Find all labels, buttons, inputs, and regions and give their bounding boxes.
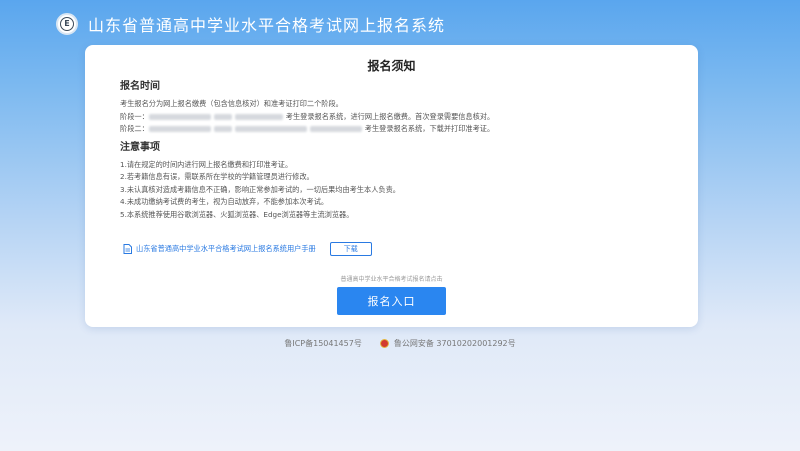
note-line-4: 4.未成功缴纳考试费的考生，视为自动放弃，不能参加本次考试。 (120, 197, 329, 206)
police-badge-icon (379, 339, 389, 348)
header: E 山东省普通高中学业水平合格考试网上报名系统 (56, 10, 445, 38)
notice-content: 报名时间 考生报名分为网上报名缴费（包含信息核对）和准考证打印二个阶段。 阶段一… (120, 80, 680, 221)
notice-card: 报名须知 报名时间 考生报名分为网上报名缴费（包含信息核对）和准考证打印二个阶段… (85, 45, 698, 327)
manual-row: 山东省普通高中学业水平合格考试网上报名系统用户手册 下载 (123, 242, 372, 256)
site-logo: E (56, 13, 78, 35)
note-line-3: 3.未认真核对造成考籍信息不正确，影响正常参加考试的，一切后果均由考生本人负责。 (120, 184, 400, 194)
notice-title: 报名须知 (367, 59, 416, 73)
user-manual-link[interactable]: 山东省普通高中学业水平合格考试网上报名系统用户手册 (136, 244, 316, 254)
police-record-link[interactable]: 鲁公网安备 37010202001292号 (394, 338, 516, 349)
time-line-stage-1: 阶段一： 考生登录报名系统，进行网上报名缴费。首次登录需要信息核对。 (120, 111, 495, 121)
document-icon (123, 244, 132, 254)
note-line-1: 1.请在规定的时间内进行网上报名缴费和打印准考证。 (120, 159, 293, 169)
footer: 鲁ICP备15041457号 鲁公网安备 37010202001292号 (0, 338, 800, 349)
section-heading-notes: 注意事项 (120, 141, 160, 153)
icp-link[interactable]: 鲁ICP备15041457号 (284, 338, 362, 349)
registration-entry-button[interactable]: 报名入口 (337, 287, 446, 315)
note-line-2: 2.若考籍信息有误，需联系所在学校的学籍管理员进行修改。 (120, 172, 314, 181)
enter-hint: 普通高中学业水平合格考试报名请点击 (340, 276, 443, 283)
site-title: 山东省普通高中学业水平合格考试网上报名系统 (88, 16, 446, 35)
download-button[interactable]: 下载 (329, 242, 372, 256)
time-line-stage-2: 阶段二： 考生登录报名系统，下载并打印准考证。 (120, 124, 495, 133)
time-line-1: 考生报名分为网上报名缴费（包含信息核对）和准考证打印二个阶段。 (120, 99, 343, 108)
logo-letter: E (60, 17, 74, 31)
section-heading-time: 报名时间 (120, 81, 160, 92)
note-line-5: 5.本系统推荐使用谷歌浏览器、火狐浏览器、Edge浏览器等主流浏览器。 (120, 209, 354, 219)
